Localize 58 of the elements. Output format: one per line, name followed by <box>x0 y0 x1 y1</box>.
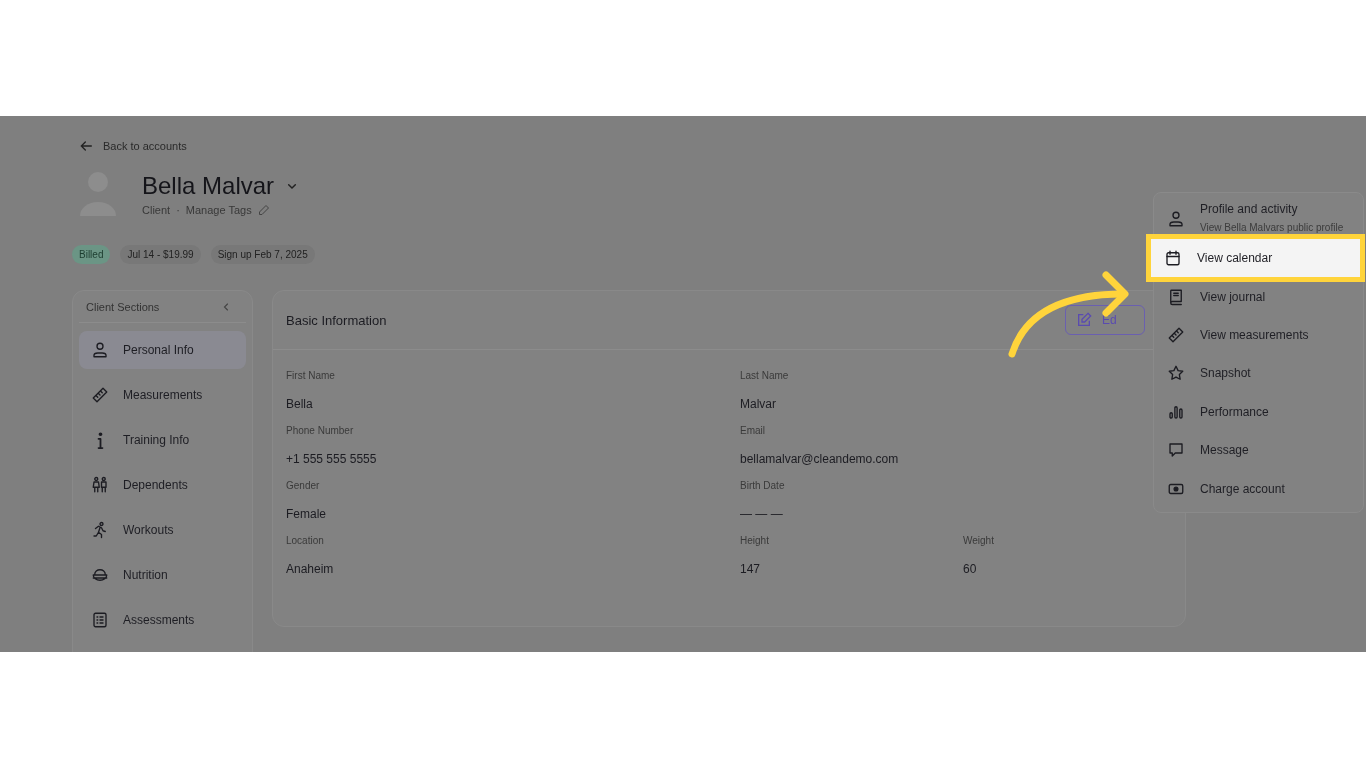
field-label: Email <box>740 425 766 436</box>
sidebar-item[interactable]: Assessments <box>79 601 246 639</box>
menu-item[interactable]: Charge account <box>1154 469 1363 508</box>
field-value: +1 555 555 5555 <box>286 452 378 466</box>
checklist-icon <box>91 611 109 629</box>
edit-icon <box>1076 312 1092 328</box>
sidebar-item[interactable]: Workouts <box>79 511 246 549</box>
sidebar-item[interactable]: Nutrition <box>79 556 246 594</box>
field-label: Phone Number <box>286 425 355 436</box>
back-arrow-icon <box>78 138 94 154</box>
family-icon <box>91 476 109 494</box>
info-icon <box>97 431 104 449</box>
field-value: Anaheim <box>286 562 335 576</box>
separator-dot: · <box>176 204 180 216</box>
speech-bubble-icon <box>1167 441 1185 460</box>
client-role: Client <box>142 204 171 216</box>
field-value: 60 <box>963 562 978 576</box>
runner-icon <box>91 521 109 539</box>
ruler-icon <box>91 386 109 404</box>
field-label: Last Name <box>740 370 790 381</box>
sidebar-title: Client Sections <box>86 301 160 313</box>
sidebar-item[interactable]: Dependents <box>79 466 246 504</box>
field-label: Gender <box>286 480 321 491</box>
menu-item[interactable]: Message <box>1154 430 1363 470</box>
info-badge: Sign up Feb 7, 2025 <box>210 245 315 264</box>
sidebar-item[interactable]: Training Info <box>79 421 246 459</box>
menu-item[interactable]: Performance <box>1154 392 1363 431</box>
field-value: Bella <box>286 397 314 411</box>
calendar-icon <box>1164 249 1182 268</box>
info-badge: Jul 14 - $19.99 <box>120 245 201 264</box>
ruler-icon <box>1167 325 1185 344</box>
sidebar-item[interactable]: Personal Info <box>79 331 246 369</box>
sidebar-item[interactable]: Measurements <box>79 376 246 414</box>
menu-item[interactable]: View journal <box>1154 277 1363 316</box>
field-label: First Name <box>286 370 336 381</box>
field-value: bellamalvar@cleandemo.com <box>740 452 900 466</box>
menu-item[interactable]: Profile and activity View Bella Malvars public profile <box>1154 199 1363 239</box>
field-value: 147 <box>740 562 762 576</box>
field-label: Location <box>286 535 325 546</box>
field-value: Malvar <box>740 397 777 411</box>
bowl-icon <box>91 566 109 584</box>
book-icon <box>1167 287 1185 306</box>
menu-item[interactable]: Snapshot <box>1154 354 1363 393</box>
manage-tags-link[interactable]: Manage Tags <box>185 204 252 216</box>
card-title: Basic Information <box>286 312 387 328</box>
person-icon <box>1167 210 1185 228</box>
client-name: Bella Malvar <box>142 172 275 200</box>
field-label: Birth Date <box>740 480 786 491</box>
back-link[interactable]: Back to accounts <box>78 138 187 154</box>
menu-item[interactable]: View measurements <box>1154 315 1363 355</box>
field-value: Female <box>286 507 327 521</box>
star-icon <box>1167 364 1185 383</box>
field-value: — — — <box>740 507 784 521</box>
field-label: Height <box>740 535 770 546</box>
field-label: Weight <box>963 535 995 546</box>
person-icon <box>91 341 109 359</box>
pencil-icon[interactable] <box>257 204 270 216</box>
status-badge: Billed <box>72 245 111 264</box>
